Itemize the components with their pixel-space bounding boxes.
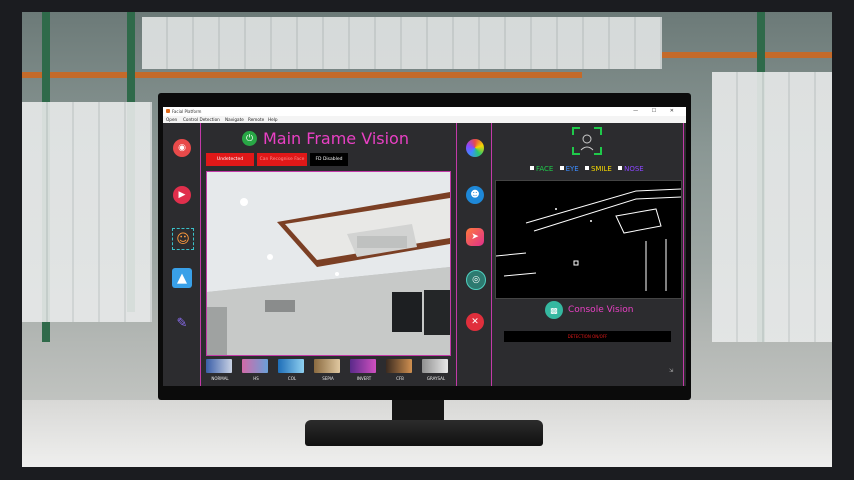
menu-remote[interactable]: Remote — [248, 117, 264, 122]
window-controls[interactable]: — ☐ ✕ — [633, 108, 680, 114]
filter-col-thumb[interactable] — [278, 359, 304, 373]
app-launch-icon[interactable]: ➤ — [466, 228, 484, 246]
legend-nose: NOSE — [624, 165, 644, 173]
filter-label: SEPIA — [322, 376, 334, 381]
legend-eye: EYE — [565, 165, 579, 173]
filter-label: GRAYSAL — [426, 376, 446, 381]
divider — [491, 123, 492, 386]
close-icon[interactable]: ✕ — [466, 313, 484, 331]
filter-cfb-thumb[interactable] — [386, 359, 412, 373]
image-gallery-icon[interactable]: ▲ — [172, 268, 192, 288]
edit-icon[interactable]: ✎ — [172, 313, 192, 333]
console-output: DETECTION ON/OFF — [504, 331, 671, 342]
app-window: Facial Platform — ☐ ✕ Open Control Detec… — [163, 107, 686, 386]
eye-checkbox[interactable] — [559, 166, 564, 170]
menu-open[interactable]: Open — [166, 117, 177, 122]
ceiling-photo — [207, 172, 450, 355]
filter-label: NORMAL — [211, 376, 229, 381]
stacked-boxes — [22, 102, 152, 322]
window-title: Facial Platform — [172, 109, 202, 114]
app-icon — [166, 109, 170, 113]
video-icon[interactable]: ▶ — [173, 186, 191, 204]
divider — [456, 123, 457, 386]
middle-toolbar: ☻ ➤ ◎ ✕ — [459, 123, 491, 386]
monitor-stand-base — [305, 420, 543, 446]
shelf-beam — [22, 72, 582, 78]
menu-help[interactable]: Help — [268, 117, 278, 122]
filter-normal-thumb[interactable] — [206, 359, 232, 373]
console-icon[interactable]: ▩ — [545, 301, 563, 319]
filter-sepia-thumb[interactable] — [314, 359, 340, 373]
user-icon[interactable]: ☻ — [466, 186, 484, 204]
page-title: Main Frame Vision — [263, 129, 409, 148]
divider — [200, 123, 201, 386]
filter-label: HS — [253, 376, 259, 381]
edge-detection-view — [495, 180, 682, 299]
left-toolbar: ◉ ▶ ☺ ▲ ✎ — [165, 123, 199, 386]
status-recognise[interactable]: Can Recognise Face — [257, 153, 307, 166]
stacked-boxes — [142, 17, 662, 69]
edge-lines — [495, 188, 682, 291]
smile-checkbox[interactable] — [584, 166, 589, 170]
filter-strip: NORMAL HS COL SEPIA INVERT CFB GRAYSAL — [203, 359, 453, 385]
face-scan-icon[interactable]: ☺ — [172, 228, 194, 250]
color-wheel-icon[interactable] — [466, 139, 484, 157]
filter-graysal-thumb[interactable] — [422, 359, 448, 373]
menu-control-detection[interactable]: Control Detection — [183, 117, 220, 122]
status-undetected[interactable]: Undetected — [206, 153, 254, 166]
face-detect-icon — [572, 127, 602, 155]
console-title: Console Vision — [568, 305, 634, 315]
filter-hs-thumb[interactable] — [242, 359, 268, 373]
filter-label: CFB — [396, 376, 404, 381]
resize-grip-icon[interactable]: ⇲ — [669, 368, 673, 374]
legend-face: FACE — [536, 165, 554, 173]
legend-smile: SMILE — [590, 165, 612, 173]
menu-bar: Open Control Detection Navigate Remote H… — [163, 116, 686, 123]
menu-navigate[interactable]: Navigate — [225, 117, 244, 122]
camera-feed — [206, 171, 451, 356]
filter-label: COL — [287, 376, 297, 381]
filter-label: INVERT — [356, 376, 372, 381]
stacked-boxes — [712, 72, 832, 342]
filter-invert-thumb[interactable] — [350, 359, 376, 373]
nose-checkbox[interactable] — [618, 166, 623, 170]
face-checkbox[interactable] — [530, 166, 534, 170]
status-fd[interactable]: FD Disabled — [310, 153, 348, 166]
shelf-beam — [662, 52, 832, 58]
circle-target-icon[interactable]: ◎ — [466, 270, 486, 290]
detection-legend: FACE EYE SMILE NOSE — [526, 165, 644, 173]
camera-icon[interactable]: ◉ — [173, 139, 191, 157]
right-panel: FACE EYE SMILE NOSE ▩ Console Vision DET… — [493, 123, 686, 386]
power-icon[interactable]: ⏻ — [242, 131, 257, 146]
